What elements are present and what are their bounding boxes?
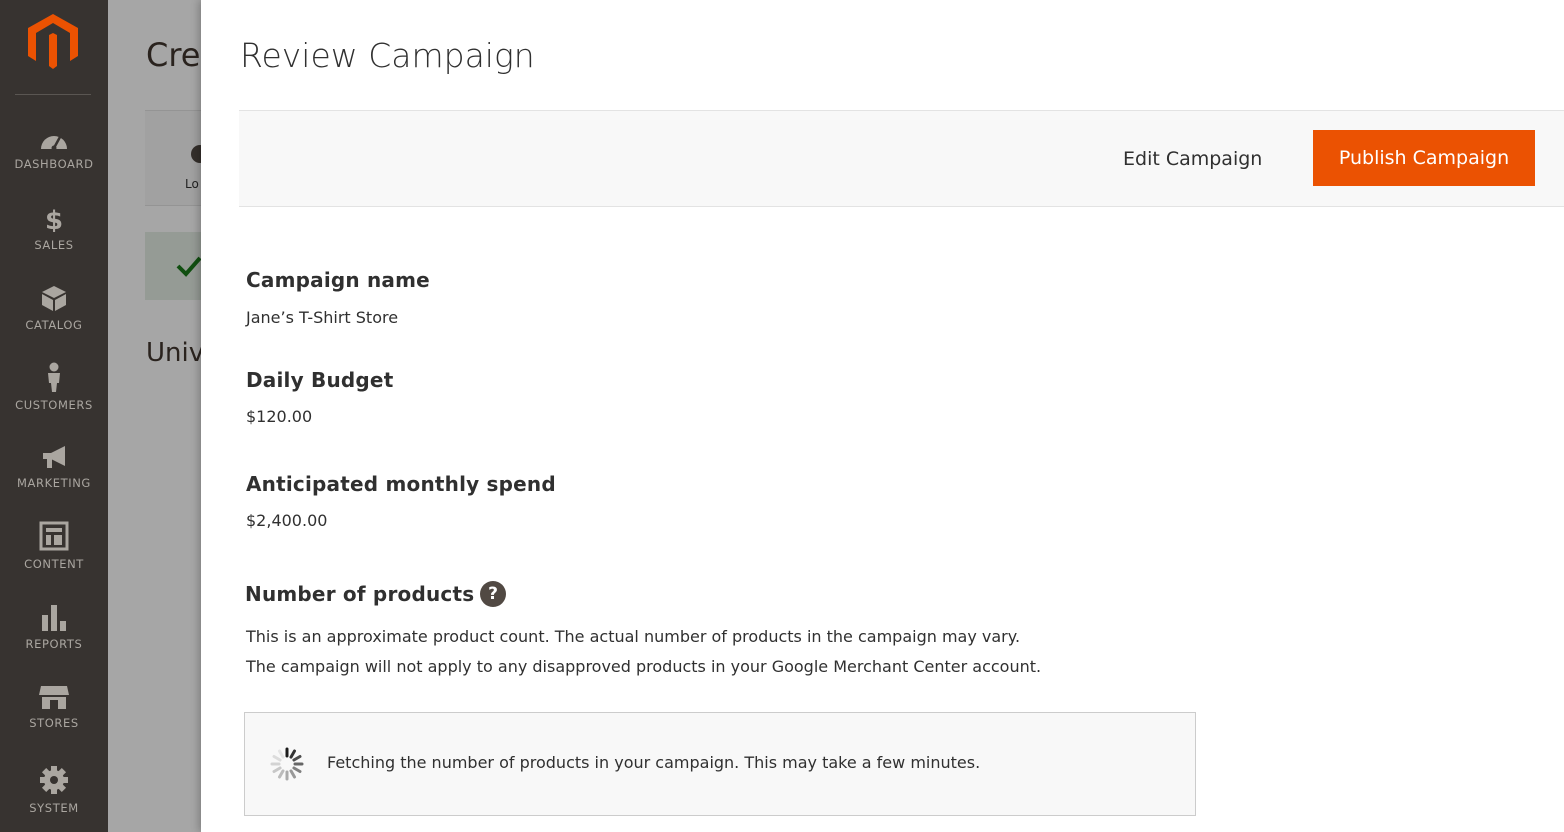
edit-campaign-button[interactable]: Edit Campaign: [1105, 139, 1280, 179]
monthly-spend-label: Anticipated monthly spend: [246, 472, 556, 496]
nav-item-marketing[interactable]: MARKETING: [0, 444, 108, 514]
dollar-icon: $: [45, 206, 63, 232]
nav-item-system[interactable]: SYSTEM: [0, 765, 108, 832]
disapproved-products-note: The campaign will not apply to any disap…: [246, 657, 1042, 676]
megaphone-icon: [43, 446, 65, 468]
campaign-name-value: Jane’s T-Shirt Store: [246, 308, 399, 327]
gear-icon: [40, 766, 68, 794]
nav-item-stores[interactable]: STORES: [0, 684, 108, 754]
nav-label: SYSTEM: [29, 801, 79, 815]
magento-logo-icon[interactable]: [26, 12, 80, 70]
nav-label: REPORTS: [25, 637, 83, 651]
modal-action-bar: Edit Campaign Publish Campaign: [239, 110, 1564, 207]
loading-message: Fetching the number of products in your …: [327, 753, 981, 772]
product-count-note: This is an approximate product count. Th…: [246, 627, 1021, 646]
nav-label: MARKETING: [17, 476, 91, 490]
monthly-spend-value: $2,400.00: [246, 511, 328, 530]
nav-item-catalog[interactable]: CATALOG: [0, 284, 108, 354]
nav-label: DASHBOARD: [14, 157, 94, 171]
nav-label: STORES: [29, 716, 79, 730]
daily-budget-label: Daily Budget: [246, 368, 394, 392]
nav-item-customers[interactable]: CUSTOMERS: [0, 362, 108, 432]
nav-label: CATALOG: [25, 318, 83, 332]
review-campaign-modal: Review Campaign Edit Campaign Publish Ca…: [201, 0, 1564, 832]
admin-sidebar: DASHBOARD $ SALES CATALOG CUSTOMERS MARK…: [0, 0, 108, 832]
nav-item-reports[interactable]: REPORTS: [0, 603, 108, 673]
nav-label: CONTENT: [24, 557, 84, 571]
nav-item-dashboard[interactable]: DASHBOARD: [0, 127, 108, 197]
svg-text:$: $: [45, 206, 63, 232]
daily-budget-value: $120.00: [246, 407, 313, 426]
box-icon: [42, 286, 66, 311]
modal-title: Review Campaign: [240, 36, 535, 75]
storefront-icon: [39, 686, 69, 709]
publish-campaign-button[interactable]: Publish Campaign: [1313, 130, 1535, 186]
person-icon: [48, 362, 60, 392]
nav-item-content[interactable]: CONTENT: [0, 521, 108, 591]
bar-chart-icon: [42, 605, 66, 631]
campaign-name-label: Campaign name: [246, 268, 430, 292]
help-question-icon[interactable]: ?: [480, 581, 506, 607]
loading-spinner-icon: [270, 747, 304, 781]
number-of-products-label: Number of products: [245, 582, 475, 606]
dashboard-icon: [41, 136, 67, 151]
nav-label: CUSTOMERS: [15, 398, 93, 412]
nav-item-sales[interactable]: $ SALES: [0, 206, 108, 276]
nav-label: SALES: [34, 238, 74, 252]
logo-divider: [15, 94, 91, 95]
product-count-loading: Fetching the number of products in your …: [244, 712, 1196, 816]
layout-icon: [39, 521, 69, 551]
